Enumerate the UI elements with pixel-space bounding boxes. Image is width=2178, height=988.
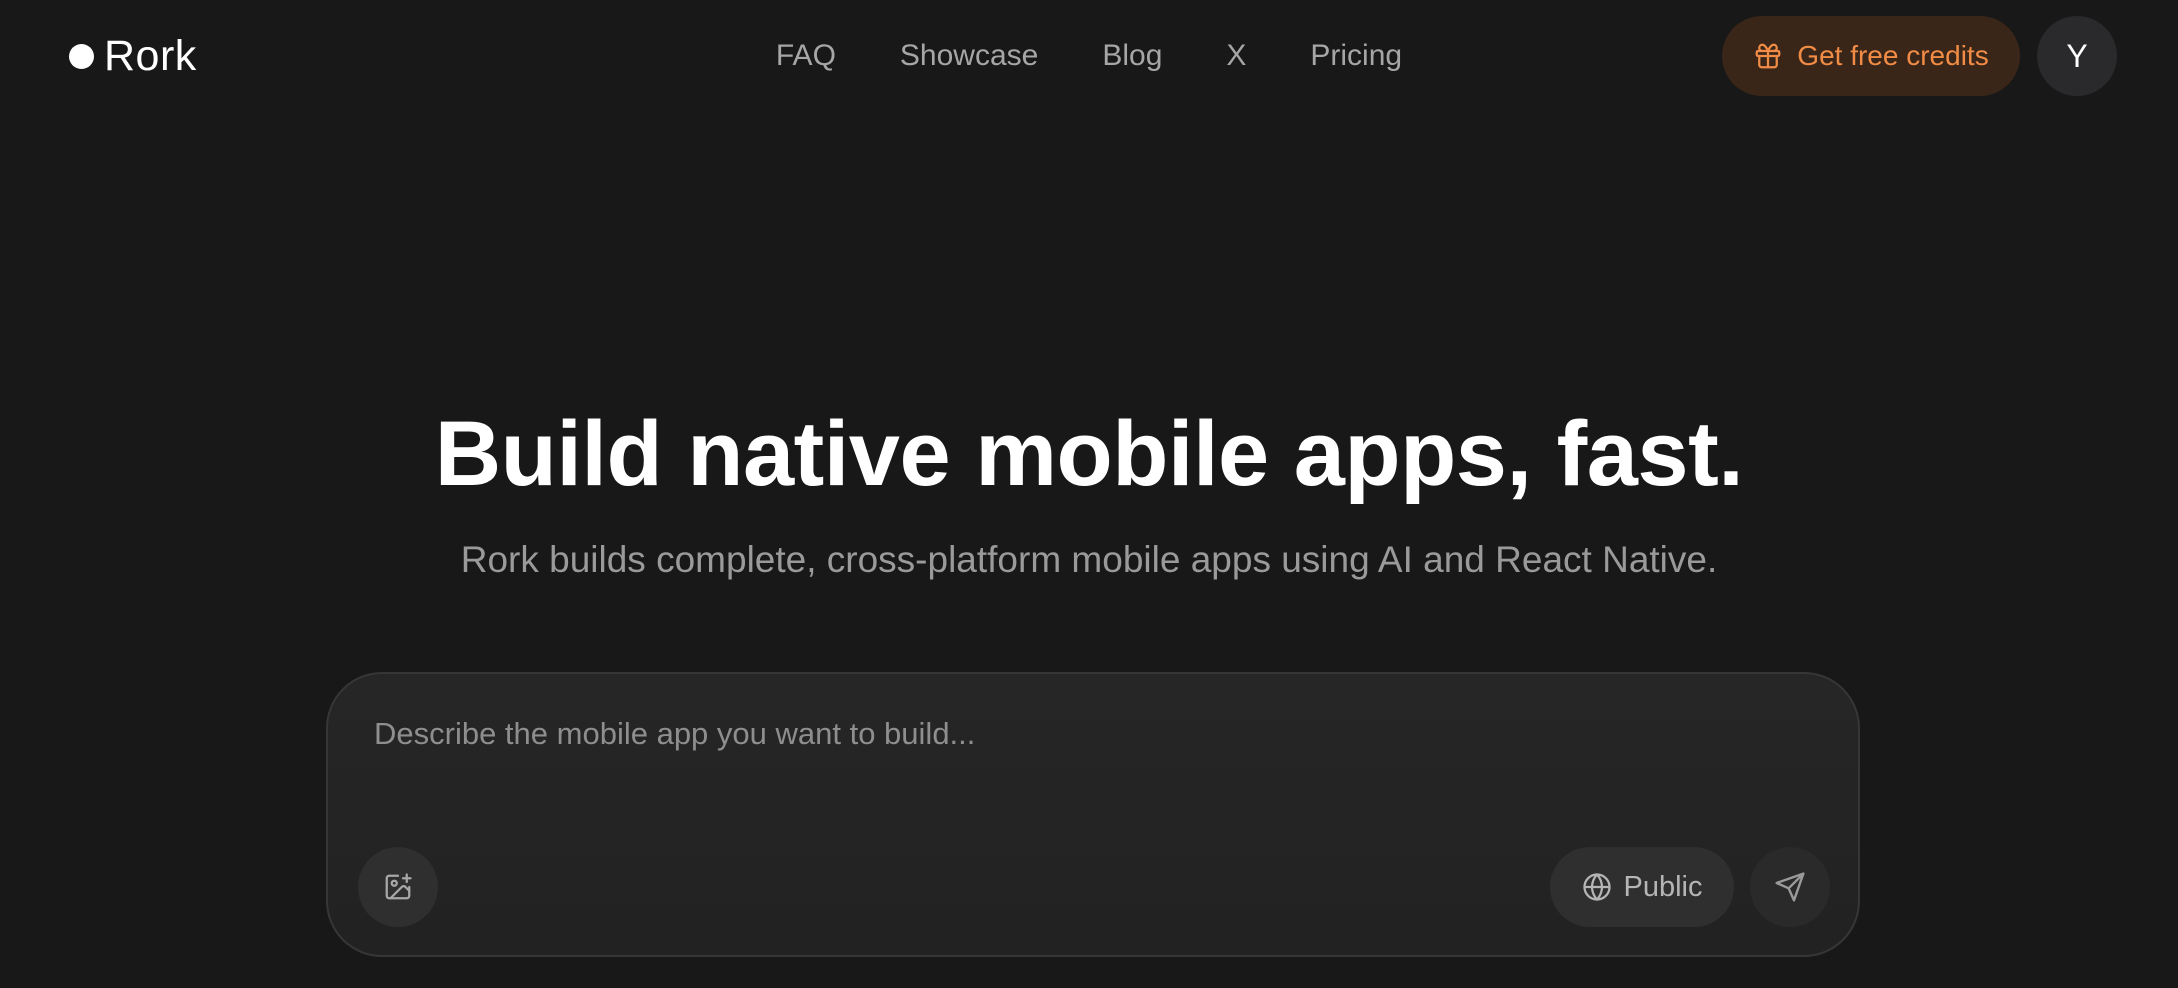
- globe-icon: [1582, 872, 1612, 902]
- nav-link-x[interactable]: X: [1226, 39, 1246, 73]
- avatar-initial: Y: [2066, 37, 2088, 74]
- gift-icon: [1753, 41, 1783, 71]
- hero-subtitle: Rork builds complete, cross-platform mob…: [460, 539, 1718, 580]
- logo-text: Rork: [104, 31, 197, 80]
- logo-dot-icon: [69, 43, 94, 69]
- send-button[interactable]: [1750, 847, 1830, 927]
- prompt-box: Public: [326, 672, 1860, 957]
- hero-title: Build native mobile apps, fast.: [434, 403, 1744, 505]
- get-free-credits-button[interactable]: Get free credits: [1722, 16, 2020, 96]
- prompt-input[interactable]: [372, 714, 1816, 818]
- logo[interactable]: Rork: [69, 28, 197, 84]
- visibility-label: Public: [1623, 870, 1703, 903]
- nav-link-blog[interactable]: Blog: [1102, 39, 1162, 73]
- nav-link-showcase[interactable]: Showcase: [900, 39, 1038, 73]
- nav-link-faq[interactable]: FAQ: [776, 39, 836, 73]
- attach-image-button[interactable]: [358, 847, 438, 927]
- user-avatar[interactable]: Y: [2037, 16, 2117, 96]
- send-icon: [1774, 871, 1806, 903]
- get-free-credits-label: Get free credits: [1797, 40, 1989, 71]
- visibility-toggle-button[interactable]: Public: [1550, 847, 1734, 927]
- image-plus-icon: [383, 872, 413, 902]
- nav-link-pricing[interactable]: Pricing: [1310, 39, 1402, 73]
- page: Rork FAQ Showcase Blog X Pricing Get fre…: [0, 0, 2178, 988]
